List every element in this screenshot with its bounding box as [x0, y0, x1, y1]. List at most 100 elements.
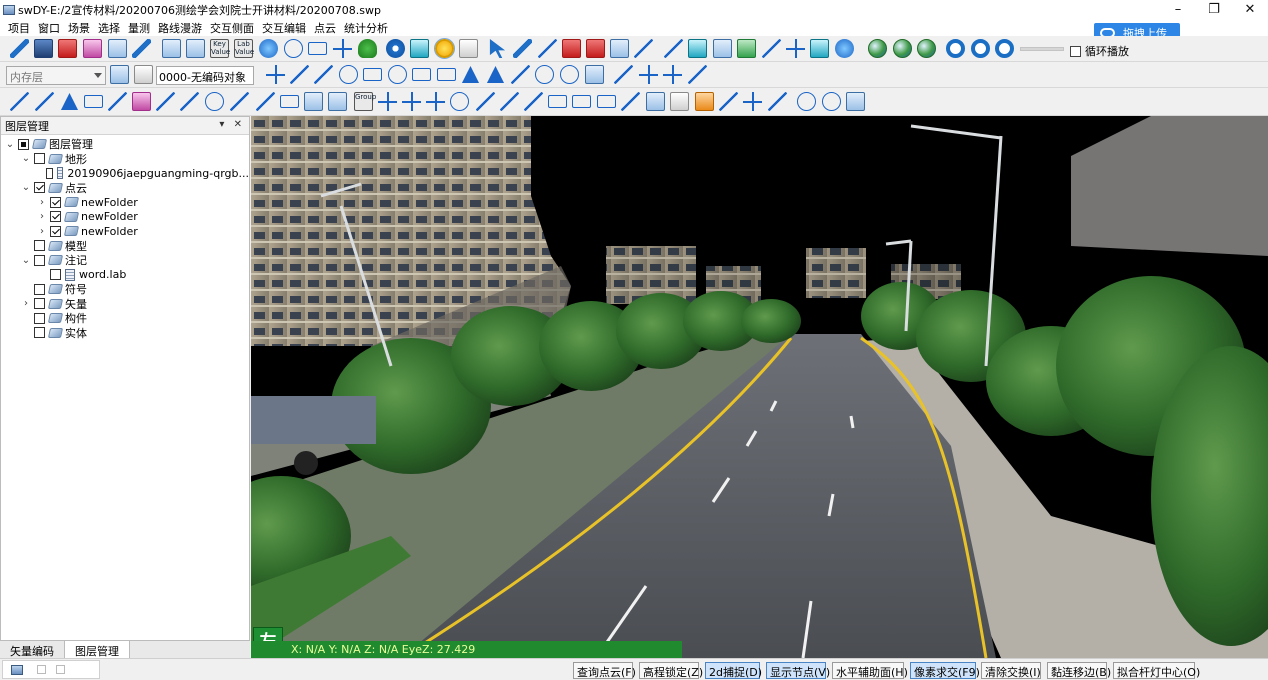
trim-icon[interactable]	[688, 65, 707, 84]
hatch-icon[interactable]	[585, 65, 604, 84]
layer-visibility-checkbox[interactable]	[45, 167, 53, 179]
record-stop-icon[interactable]	[995, 39, 1014, 58]
edit-tool-17-icon[interactable]	[402, 92, 421, 111]
layer-select[interactable]: 内存层	[6, 66, 106, 85]
circle-icon[interactable]	[535, 65, 554, 84]
layer-visibility-checkbox[interactable]	[34, 182, 45, 194]
texture-icon[interactable]	[695, 92, 714, 111]
edit-tool-4-icon[interactable]	[84, 95, 103, 108]
edit-tool-12-icon[interactable]	[280, 95, 299, 108]
layer-visibility-checkbox[interactable]	[50, 225, 61, 237]
cut-icon[interactable]	[586, 39, 605, 58]
edit-tool-28-icon[interactable]	[670, 92, 689, 111]
panel-pin-close[interactable]: ▾ ✕	[219, 119, 245, 130]
status-toggle-button[interactable]: 高程锁定(Z)	[639, 662, 703, 679]
angle-icon[interactable]	[314, 65, 333, 84]
ruler-icon[interactable]	[634, 39, 653, 58]
layer-visibility-checkbox[interactable]	[34, 283, 45, 295]
menu-select[interactable]: 选择	[94, 20, 124, 36]
menu-interactive-edit[interactable]: 交互编辑	[258, 20, 310, 36]
profile-icon[interactable]	[762, 39, 781, 58]
select-arrow-icon[interactable]	[489, 39, 506, 58]
minimize-button[interactable]: –	[1160, 0, 1196, 19]
edit-tool-1-icon[interactable]	[10, 92, 29, 111]
grid-icon[interactable]	[108, 39, 127, 58]
arc-icon[interactable]	[511, 65, 530, 84]
glasses-icon[interactable]	[459, 39, 478, 58]
globe-icon[interactable]	[868, 39, 887, 58]
layer-visibility-checkbox[interactable]	[50, 211, 61, 223]
menu-window[interactable]: 窗口	[34, 20, 64, 36]
intersect-icon[interactable]	[639, 65, 658, 84]
layer-visibility-checkbox[interactable]	[34, 298, 45, 310]
close-small-icon[interactable]	[56, 665, 65, 674]
chevron-right-icon[interactable]: ›	[37, 197, 47, 208]
group-icon[interactable]: Group	[354, 92, 376, 111]
point-icon[interactable]	[266, 65, 285, 84]
edit-tool-13-icon[interactable]	[304, 92, 323, 111]
record-pause-icon[interactable]	[971, 39, 990, 58]
status-toggle-button[interactable]: 查询点云(F)	[573, 662, 636, 679]
edit-tool-11-icon[interactable]	[256, 92, 275, 111]
measure-icon[interactable]	[664, 39, 683, 58]
edit-tool-18-icon[interactable]	[426, 92, 445, 111]
edit-tool-10-icon[interactable]	[230, 92, 249, 111]
status-toggle-button[interactable]: 显示节点(V)	[766, 662, 830, 679]
feature-code-field[interactable]: 0000-无编码对象	[156, 66, 254, 85]
triangle-point-icon[interactable]	[486, 65, 505, 84]
menu-measure[interactable]: 量测	[124, 20, 154, 36]
edit-tool-6-icon[interactable]	[132, 92, 151, 111]
chevron-down-icon[interactable]	[94, 73, 102, 78]
edit-tool-31-icon[interactable]	[743, 92, 762, 111]
layer-visibility-checkbox[interactable]	[18, 138, 29, 150]
layer-visibility-checkbox[interactable]	[34, 327, 45, 339]
edit-tool-25-icon[interactable]	[597, 95, 616, 108]
terrain-icon[interactable]	[737, 39, 756, 58]
menu-statistics[interactable]: 统计分析	[340, 20, 392, 36]
rectangle-icon[interactable]	[412, 68, 431, 81]
align-icon[interactable]	[610, 39, 629, 58]
loop-play-checkbox[interactable]: 循环播放	[1070, 43, 1129, 59]
label-icon[interactable]	[363, 68, 382, 81]
save-icon[interactable]	[34, 39, 53, 58]
tab-vector-code[interactable]: 矢量编码	[0, 641, 65, 659]
z-plus-icon[interactable]	[835, 39, 854, 58]
node-edit-icon[interactable]	[538, 39, 557, 58]
water-icon[interactable]	[410, 39, 429, 58]
erase-icon[interactable]	[562, 39, 581, 58]
layer-tree-node[interactable]: ⌄ 点云	[1, 181, 249, 196]
edit-tool-7-icon[interactable]	[156, 92, 175, 111]
tree-icon[interactable]	[358, 39, 377, 58]
bar-icon[interactable]	[713, 39, 732, 58]
globe-layer-icon[interactable]	[917, 39, 936, 58]
edit-tool-32-icon[interactable]	[768, 92, 787, 111]
chevron-down-icon[interactable]: ⌄	[21, 182, 31, 193]
layer-tree-node[interactable]: 构件	[1, 311, 249, 326]
edit-tool-9-icon[interactable]	[205, 92, 224, 111]
edit-icon[interactable]	[10, 39, 29, 58]
chevron-down-icon[interactable]: ⌄	[21, 255, 31, 266]
chevron-right-icon[interactable]: ›	[37, 226, 47, 237]
edit-tool-5-icon[interactable]	[108, 92, 127, 111]
lab-value-icon[interactable]: Lab Value	[234, 39, 254, 58]
sun-icon[interactable]	[434, 38, 455, 59]
key-value-icon[interactable]: Key Value	[210, 39, 230, 58]
layer-visibility-checkbox[interactable]	[34, 153, 45, 165]
eye-icon[interactable]	[386, 39, 405, 58]
edit-tool-30-icon[interactable]	[719, 92, 738, 111]
record-start-icon[interactable]	[946, 39, 965, 58]
status-toggle-button[interactable]: 黏连移边(B)	[1047, 662, 1111, 679]
status-toggle-button[interactable]: 水平辅助面(H)	[832, 662, 908, 679]
vertex-icon[interactable]	[284, 39, 303, 58]
ellipse-icon[interactable]	[339, 65, 358, 84]
edit-tool-23-icon[interactable]	[548, 95, 567, 108]
layer-visibility-checkbox[interactable]	[34, 312, 45, 324]
draw-icon[interactable]	[132, 39, 151, 58]
speed-slider[interactable]	[1020, 47, 1064, 51]
layer-tree-node[interactable]: ⌄ 地形	[1, 152, 249, 167]
area-icon[interactable]	[688, 39, 707, 58]
layer-tree-node[interactable]: ⌄ 图层管理	[1, 137, 249, 152]
maximize-button[interactable]: ❐	[1196, 0, 1232, 19]
window-split-icon[interactable]	[186, 39, 205, 58]
edit-tool-22-icon[interactable]	[524, 92, 543, 111]
